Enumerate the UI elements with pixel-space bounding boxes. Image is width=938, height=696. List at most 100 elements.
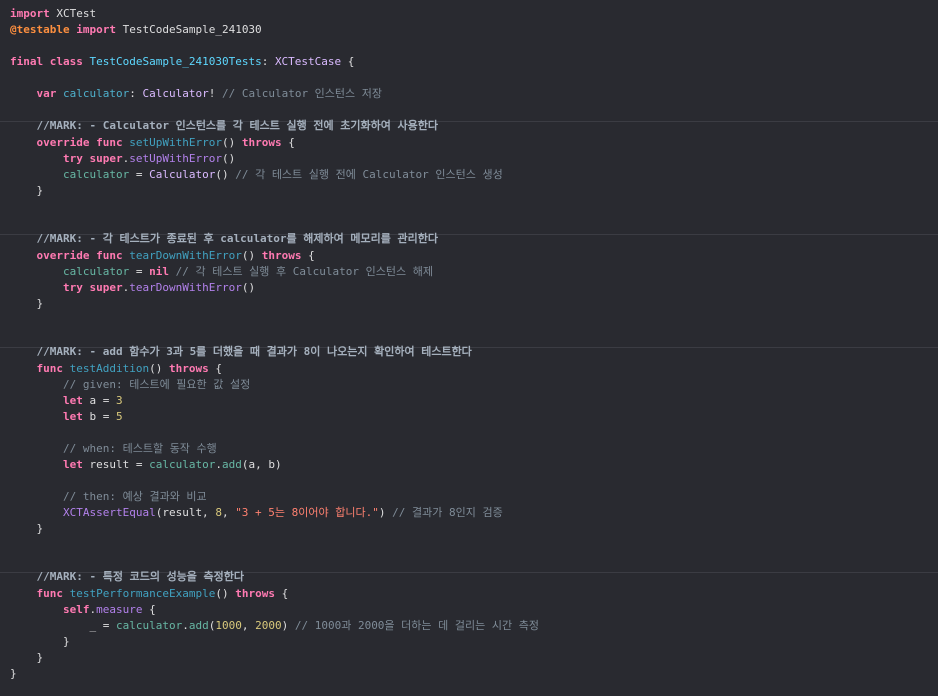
code-comment: //MARK: - 특정 코드의 성능을 측정한다 (36, 570, 245, 583)
code-line[interactable]: } (10, 634, 938, 650)
code-token: } (36, 184, 44, 197)
code-token: ! (208, 87, 222, 100)
code-line[interactable]: let b = 5 (10, 409, 938, 425)
code-token: () (241, 281, 256, 294)
code-line[interactable]: override func setUpWithError() throws { (10, 135, 938, 151)
code-line[interactable]: try super.tearDownWithError() (10, 280, 938, 296)
code-token: func (36, 587, 64, 600)
code-token: 3 (115, 394, 123, 407)
code-token: Calculator (142, 87, 209, 100)
code-line[interactable]: // when: 테스트할 동작 수행 (10, 441, 938, 457)
code-token: ) (378, 506, 393, 519)
code-token: super (89, 281, 123, 294)
code-line[interactable] (10, 537, 938, 553)
code-token: class (49, 55, 83, 68)
code-token: func (36, 362, 64, 375)
code-token: setUpWithError (129, 136, 222, 149)
code-line[interactable]: let result = calculator.add(a, b) (10, 457, 938, 473)
code-line[interactable]: try super.setUpWithError() (10, 151, 938, 167)
code-line[interactable]: import XCTest (10, 6, 938, 22)
code-comment: //MARK: - 각 테스트가 종료된 후 calculator를 해제하여 … (36, 232, 438, 245)
code-token: 1000 (215, 619, 242, 632)
code-token: testPerformanceExample (69, 587, 216, 600)
code-line[interactable]: calculator = Calculator() // 각 테스트 실행 전에… (10, 167, 938, 183)
code-line[interactable] (10, 102, 938, 118)
code-line[interactable]: } (10, 650, 938, 666)
code-token: override (36, 136, 90, 149)
code-line[interactable]: self.measure { (10, 602, 938, 618)
code-line[interactable]: //MARK: - 각 테스트가 종료된 후 calculator를 해제하여 … (10, 231, 938, 247)
code-line[interactable]: //MARK: - add 함수가 3과 5를 더했을 때 결과가 8이 나오는… (10, 344, 938, 360)
code-comment: // 결과가 8인지 검증 (392, 506, 503, 519)
code-token: super (89, 152, 123, 165)
code-line[interactable] (10, 199, 938, 215)
code-line[interactable]: } (10, 183, 938, 199)
code-line[interactable]: } (10, 666, 938, 682)
code-line[interactable]: calculator = nil // 각 테스트 실행 후 Calculato… (10, 264, 938, 280)
code-token: } (10, 667, 17, 680)
code-line[interactable]: final class TestCodeSample_241030Tests: … (10, 54, 938, 70)
code-line[interactable] (10, 553, 938, 569)
code-line[interactable]: _ = calculator.add(1000, 2000) // 1000과 … (10, 618, 938, 634)
code-line[interactable] (10, 70, 938, 86)
code-token: let (62, 458, 83, 471)
code-line[interactable]: let a = 3 (10, 393, 938, 409)
code-line[interactable]: //MARK: - Calculator 인스턴스를 각 테스트 실행 전에 초… (10, 118, 938, 134)
code-token: throws (235, 587, 275, 600)
code-line[interactable]: func testPerformanceExample() throws { (10, 586, 938, 602)
code-line[interactable]: //MARK: - 특정 코드의 성능을 측정한다 (10, 569, 938, 585)
code-line[interactable]: var calculator: Calculator! // Calculato… (10, 86, 938, 102)
code-line[interactable]: } (10, 296, 938, 312)
code-token: { (208, 362, 222, 375)
code-line[interactable] (10, 425, 938, 441)
code-token: import (10, 7, 50, 20)
code-line[interactable]: // given: 테스트에 필요한 값 설정 (10, 377, 938, 393)
code-line[interactable] (10, 312, 938, 328)
code-token: calculator (62, 265, 130, 278)
code-token: () (221, 136, 242, 149)
code-token: { (281, 136, 295, 149)
code-token: } (62, 635, 70, 648)
code-line[interactable] (10, 328, 938, 344)
code-token: { (301, 249, 315, 262)
code-comment: // 각 테스트 실행 전에 Calculator 인스턴스 생성 (235, 168, 503, 181)
code-token: 2000 (255, 619, 282, 632)
code-line[interactable] (10, 215, 938, 231)
code-token: override (36, 249, 90, 262)
code-token: setUpWithError (129, 152, 222, 165)
code-comment: // given: 테스트에 필요한 값 설정 (62, 378, 251, 391)
code-line[interactable]: func testAddition() throws { (10, 361, 938, 377)
code-line[interactable] (10, 473, 938, 489)
code-token: try (62, 152, 83, 165)
code-token: throws (261, 249, 302, 262)
code-token: result = (82, 458, 150, 471)
code-token: : (129, 87, 143, 100)
code-token: calculator (63, 87, 130, 100)
code-line[interactable]: @testable import TestCodeSample_241030 (10, 22, 938, 38)
code-token: 8 (215, 506, 222, 519)
code-token: { (341, 55, 355, 68)
code-editor[interactable]: import XCTest @testable import TestCodeSa… (0, 0, 938, 696)
code-token: add (221, 458, 242, 471)
code-line[interactable] (10, 38, 938, 54)
code-token: final (10, 55, 44, 68)
code-line[interactable]: } (10, 521, 938, 537)
code-token: : (261, 55, 275, 68)
code-line[interactable]: XCTAssertEqual(result, 8, "3 + 5는 8이어야 합… (10, 505, 938, 521)
code-line[interactable]: override func tearDownWithError() throws… (10, 248, 938, 264)
code-line[interactable]: // then: 예상 결과와 비교 (10, 489, 938, 505)
